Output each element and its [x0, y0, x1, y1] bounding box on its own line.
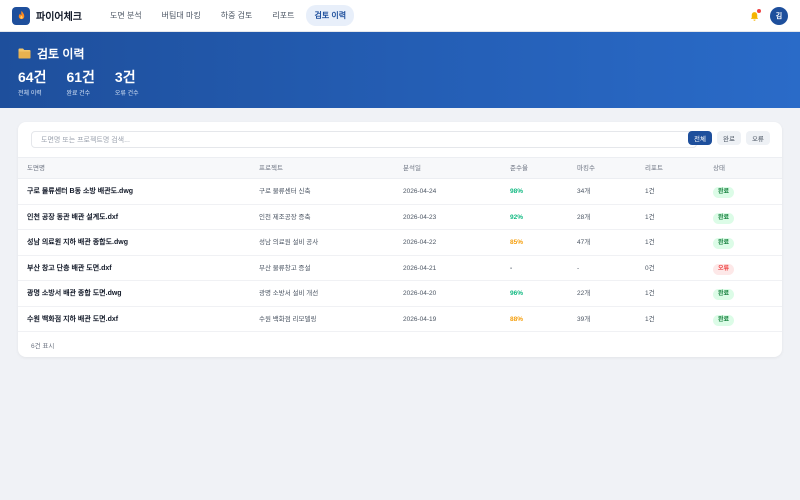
- nav-item-brace-marking[interactable]: 버팀대 마킹: [154, 5, 209, 26]
- stat-label: 오류 건수: [114, 91, 139, 97]
- stat-label: 완료 건수: [66, 91, 91, 97]
- notification-bell-icon[interactable]: [748, 9, 761, 22]
- user-avatar[interactable]: 김: [770, 7, 788, 25]
- status-cell: 완료: [713, 179, 735, 205]
- column-header-reports[interactable]: 리포트: [645, 158, 663, 180]
- table-row[interactable]: 광명 소방서 배관 종합 도면.dwg 광명 소방서 설비 개선 2026-04-2…: [18, 281, 782, 307]
- column-header-date[interactable]: 분석일: [403, 158, 421, 180]
- project-name: 인천 제조공장 증축: [259, 213, 311, 221]
- status-badge: 완료: [713, 289, 735, 300]
- report-count: 1건: [645, 213, 655, 221]
- stat-value: 3건: [114, 69, 136, 85]
- table-body: 구로 물류센터 B동 소방 배관도.dwg 구로 물류센터 신축 2026-04-2…: [18, 179, 782, 332]
- status-badge: 오류: [713, 263, 735, 275]
- report-count: 0건: [645, 264, 655, 272]
- analysis-date: 2026-04-23: [403, 213, 437, 221]
- table-row[interactable]: 수원 백화점 지하 배관 도면.dxf 수원 백화점 리모델링 2026-04-19…: [18, 307, 782, 333]
- status-badge: 완료: [713, 212, 735, 224]
- filter-error[interactable]: 오류: [745, 131, 770, 145]
- filter-completed[interactable]: 완료: [716, 131, 741, 145]
- table-row[interactable]: 부산 창고 단층 배관 도면.dxf 부산 물류창고 증설 2026-04-21 - -…: [18, 256, 782, 282]
- column-header-status[interactable]: 상태: [713, 158, 725, 180]
- analysis-date: 2026-04-19: [403, 315, 437, 323]
- filter-all[interactable]: 전체: [688, 131, 712, 145]
- notification-dot: [757, 9, 761, 13]
- marking-count: 28개: [577, 213, 591, 221]
- column-header-compliance[interactable]: 준수율: [510, 158, 528, 180]
- analysis-date: 2026-04-21: [403, 264, 437, 272]
- search-input[interactable]: 도면명 또는 프로젝트명 검색...: [31, 131, 697, 148]
- file-name[interactable]: 성남 의료원 지하 배관 종합도.dwg: [27, 230, 128, 256]
- compliance-rate: 92%: [510, 213, 524, 221]
- compliance-rate: 98%: [510, 188, 524, 195]
- stat-error: 3건 오류 건수: [115, 69, 139, 97]
- analysis-date: 2026-04-22: [403, 239, 437, 246]
- status-cell: 완료: [713, 205, 735, 231]
- project-name: 부산 물류창고 증설: [259, 264, 311, 272]
- nav-item-drawing-analysis[interactable]: 도면 분석: [102, 5, 150, 26]
- project-name: 구로 물류센터 신축: [259, 188, 311, 195]
- column-header-marks[interactable]: 마킹수: [577, 158, 595, 180]
- stat-label: 전체 이력: [18, 91, 42, 97]
- compliance-rate: -: [510, 264, 513, 272]
- analysis-date: 2026-04-24: [403, 188, 437, 195]
- history-card: 도면명 또는 프로젝트명 검색... 전체 완료 오류 도면명 프로젝트 분석일…: [18, 122, 782, 357]
- report-count: 1건: [645, 290, 655, 297]
- marking-count: -: [577, 264, 580, 272]
- status-cell: 완료: [713, 281, 735, 307]
- status-filters: 전체 완료 오류: [688, 131, 770, 145]
- status-badge: 완료: [713, 187, 735, 198]
- project-name: 수원 백화점 리모델링: [259, 315, 317, 323]
- analysis-date: 2026-04-20: [403, 290, 437, 297]
- status-cell: 완료: [713, 230, 735, 256]
- flame-icon: [12, 6, 30, 25]
- compliance-rate: 88%: [510, 315, 524, 323]
- status-badge: 완료: [713, 314, 735, 326]
- table-row[interactable]: 구로 물류센터 B동 소방 배관도.dwg 구로 물류센터 신축 2026-04-2…: [18, 179, 782, 205]
- stat-total: 64건 전체 이력: [18, 69, 46, 97]
- compliance-rate: 96%: [510, 290, 524, 297]
- report-count: 1건: [645, 315, 655, 323]
- nav-item-load-review[interactable]: 하중 검토: [213, 5, 261, 26]
- status-cell: 오류: [713, 256, 735, 282]
- table-row[interactable]: 인천 공장 동관 배관 설계도.dxf 인천 제조공장 증축 2026-04-23 9…: [18, 205, 782, 231]
- brand[interactable]: 파이어체크: [12, 6, 82, 25]
- file-name[interactable]: 수원 백화점 지하 배관 도면.dxf: [27, 307, 118, 333]
- marking-count: 47개: [577, 239, 591, 246]
- app-name: 파이어체크: [36, 12, 82, 23]
- file-name[interactable]: 부산 창고 단층 배관 도면.dxf: [27, 256, 112, 282]
- nav-item-review-history[interactable]: 검토 이력: [306, 5, 355, 26]
- report-count: 1건: [645, 188, 655, 195]
- nav-item-report[interactable]: 리포트: [264, 5, 302, 26]
- hero-banner: 검토 이력 64건 전체 이력 61건 완료 건수 3건 오류 건수: [0, 32, 800, 108]
- stat-value: 61건: [66, 69, 95, 85]
- file-name[interactable]: 구로 물류센터 B동 소방 배관도.dwg: [27, 179, 133, 205]
- marking-count: 39개: [577, 315, 591, 323]
- status-cell: 완료: [713, 307, 735, 333]
- page-title: 검토 이력: [37, 47, 85, 61]
- status-badge: 완료: [713, 238, 735, 249]
- file-name[interactable]: 인천 공장 동관 배관 설계도.dxf: [27, 205, 118, 231]
- file-name[interactable]: 광명 소방서 배관 종합 도면.dwg: [27, 281, 122, 307]
- table-row[interactable]: 성남 의료원 지하 배관 종합도.dwg 성남 의료원 설비 공사 2026-04-…: [18, 230, 782, 256]
- stat-value: 64건: [18, 69, 47, 85]
- project-name: 광명 소방서 설비 개선: [259, 290, 319, 297]
- main-nav: 도면 분석 버팀대 마킹 하중 검토 리포트 검토 이력: [102, 5, 355, 26]
- table-header: 도면명 프로젝트 분석일 준수율 마킹수 리포트 상태: [18, 157, 782, 179]
- folder-icon: [18, 48, 31, 59]
- project-name: 성남 의료원 설비 공사: [259, 239, 319, 246]
- column-header-file[interactable]: 도면명: [27, 158, 45, 180]
- marking-count: 22개: [577, 290, 591, 297]
- marking-count: 34개: [577, 188, 591, 195]
- top-nav-bar: 파이어체크 도면 분석 버팀대 마킹 하중 검토 리포트 검토 이력 김: [0, 0, 800, 32]
- column-header-project[interactable]: 프로젝트: [259, 158, 283, 180]
- compliance-rate: 85%: [510, 239, 524, 246]
- stat-completed: 61건 완료 건수: [66, 69, 94, 97]
- row-count: 6건 표시: [31, 343, 55, 350]
- report-count: 1건: [645, 239, 655, 246]
